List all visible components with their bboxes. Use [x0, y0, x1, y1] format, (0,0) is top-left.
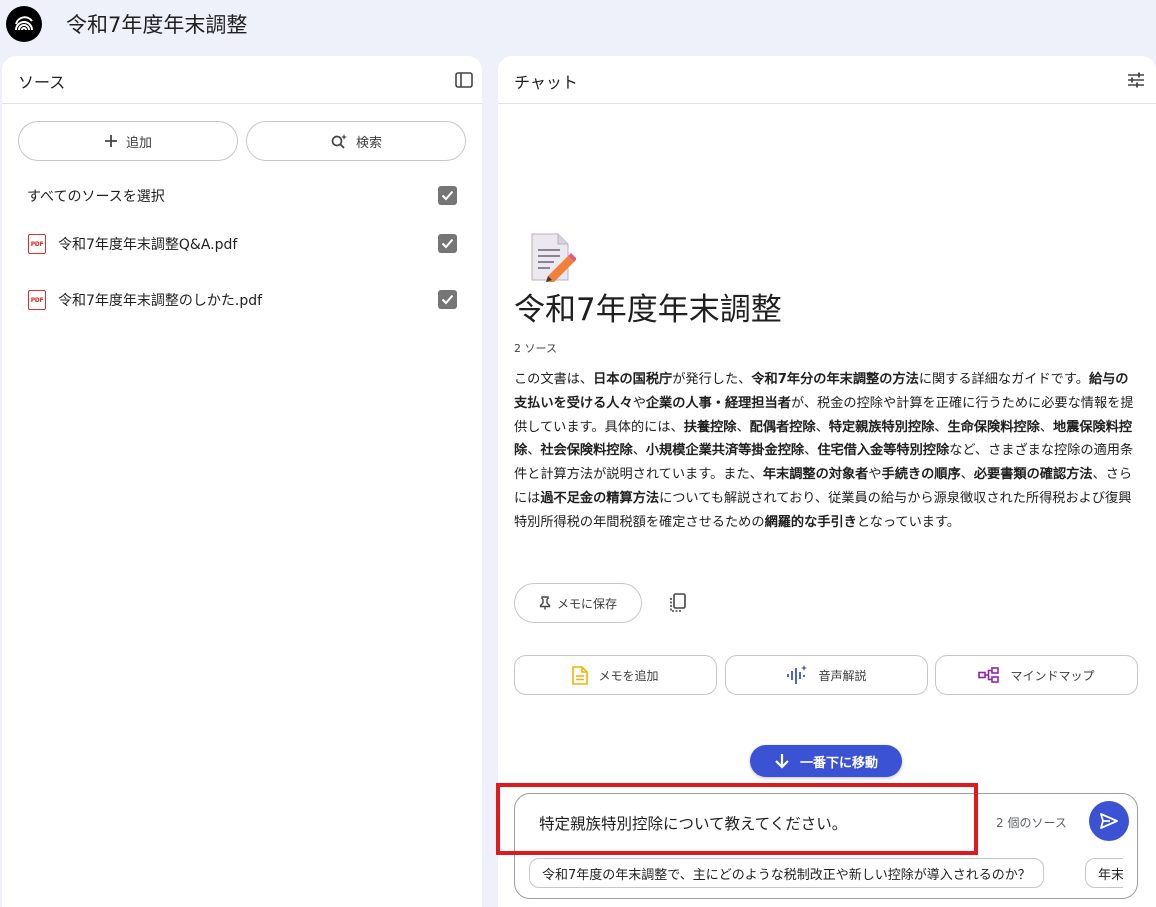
source-item-name: 令和7年度年末調整Q&A.pdf: [58, 237, 238, 253]
summary-segment: や: [632, 395, 646, 411]
summary-segment: 、: [960, 467, 974, 483]
composer-source-count: 2 個のソース: [996, 816, 1067, 830]
chat-panel: チャット 令和7年度年末調整 2 ソース この文書は、日本の国税庁が発行した、令…: [498, 56, 1156, 907]
mind-map-icon: [978, 667, 1000, 683]
summary-segment: 扶養控除: [683, 419, 737, 435]
panel-toggle-icon[interactable]: [454, 70, 474, 90]
summary-segment: 配偶者控除: [749, 419, 816, 435]
pdf-icon: PDF: [28, 234, 46, 254]
summary-segment: 、: [934, 419, 948, 435]
select-all-row[interactable]: すべてのソースを選択: [2, 176, 482, 216]
source-count: 2 ソース: [514, 342, 557, 355]
summary-segment: この文書は、: [514, 372, 594, 387]
save-to-note-button[interactable]: メモに保存: [514, 583, 642, 623]
chat-composer: 特定親族特別控除について教えてください。 2 個のソース 令和7年度の年末調整で…: [514, 793, 1138, 899]
sources-panel-header: ソース: [2, 56, 482, 104]
source-item-checkbox[interactable]: [438, 234, 457, 253]
summary-segment: 、: [1039, 419, 1053, 435]
tune-icon[interactable]: [1126, 70, 1146, 90]
summary-segment: 手続きの順序: [881, 467, 961, 483]
add-source-button[interactable]: 追加: [18, 121, 238, 161]
summary-segment: となっています。: [856, 514, 960, 530]
chat-panel-title: チャット: [514, 73, 578, 92]
discover-sources-button[interactable]: 検索: [246, 121, 466, 161]
scroll-to-bottom-label: 一番下に移動: [799, 755, 878, 771]
chat-panel-header: チャット: [498, 56, 1156, 104]
sources-panel: ソース 追加 検索 すべてのソースを選択 PDF 令和7年度年末調整Q&A.pd…: [2, 56, 482, 907]
search-sparkle-icon: [331, 134, 347, 149]
summary-segment: 必要書類の確認方法: [973, 467, 1093, 483]
send-icon: [1100, 813, 1118, 829]
app-title: 令和7年度年末調整: [66, 13, 248, 37]
pdf-icon: PDF: [28, 290, 46, 310]
note-add-icon: [572, 665, 589, 685]
summary-segment: 企業の人事・経理担当者: [645, 395, 791, 411]
source-item[interactable]: PDF 令和7年度年末調整Q&A.pdf: [2, 224, 482, 264]
select-all-checkbox[interactable]: [438, 186, 457, 205]
select-all-label: すべてのソースを選択: [27, 189, 165, 205]
audio-overview-button[interactable]: 音声解説: [725, 655, 928, 695]
summary-segment: 過不足金の精算方法: [540, 490, 660, 506]
suggestion-chip[interactable]: 令和7年度の年末調整で、主にどのような税制改正や新しい控除が導入されるのか？: [529, 858, 1044, 888]
mind-map-button[interactable]: マインドマップ: [935, 655, 1138, 695]
summary-segment: 特定親族特別控除: [828, 419, 935, 435]
add-note-label: メモを追加: [598, 668, 659, 683]
summary-segment: 網羅的な手引き: [764, 514, 857, 530]
summary-segment: 小規模企業共済等掛金控除: [645, 443, 805, 459]
summary-segment: 日本の国税庁: [593, 372, 673, 387]
send-button[interactable]: [1089, 801, 1129, 841]
suggestion-chip[interactable]: 年末: [1085, 858, 1123, 888]
scroll-to-bottom-button[interactable]: 一番下に移動: [750, 745, 902, 777]
sources-panel-title: ソース: [18, 73, 66, 92]
summary-segment: が発行した、: [672, 372, 752, 387]
add-note-button[interactable]: メモを追加: [514, 655, 717, 695]
source-item-name: 令和7年度年末調整のしかた.pdf: [58, 293, 263, 309]
summary-segment: に関する詳細なガイドです。: [918, 372, 1089, 387]
discover-sources-label: 検索: [355, 135, 382, 151]
summary-segment: や: [868, 467, 882, 483]
memo-emoji-icon: [531, 233, 576, 282]
audio-overview-icon: [787, 665, 808, 684]
save-to-note-label: メモに保存: [556, 596, 617, 611]
summary-segment: 住宅借入金等特別控除: [817, 443, 950, 459]
chat-input[interactable]: 特定親族特別控除について教えてください。: [539, 812, 847, 834]
notebook-logo-icon[interactable]: [6, 6, 42, 42]
add-source-label: 追加: [125, 135, 152, 151]
copy-icon[interactable]: [666, 591, 690, 615]
arrow-down-icon: [775, 754, 789, 769]
summary-segment: 年末調整の対象者: [762, 467, 869, 483]
summary-segment: 社会保険料控除: [540, 443, 633, 459]
pin-icon: [539, 596, 551, 610]
summary-segment: 、: [736, 419, 750, 435]
suggestion-row: 令和7年度の年末調整で、主にどのような税制改正や新しい控除が導入されるのか？ 年…: [529, 856, 1123, 890]
summary-segment: 令和7年分の年末調整の方法: [751, 372, 919, 387]
plus-icon: [104, 135, 117, 147]
notebook-title: 令和7年度年末調整: [514, 292, 782, 328]
source-item[interactable]: PDF 令和7年度年末調整のしかた.pdf: [2, 280, 482, 320]
summary-segment: 、: [815, 419, 829, 435]
source-item-checkbox[interactable]: [438, 290, 457, 309]
mind-map-label: マインドマップ: [1010, 668, 1095, 683]
summary-segment: 、: [804, 443, 818, 459]
top-bar: 令和7年度年末調整: [0, 0, 1156, 52]
notebook-summary: この文書は、日本の国税庁が発行した、令和7年分の年末調整の方法に関する詳細なガイ…: [514, 368, 1136, 535]
audio-overview-label: 音声解説: [818, 668, 867, 683]
summary-segment: 、: [632, 443, 646, 459]
summary-segment: 、: [527, 443, 541, 459]
summary-segment: 生命保険料控除: [947, 419, 1040, 435]
